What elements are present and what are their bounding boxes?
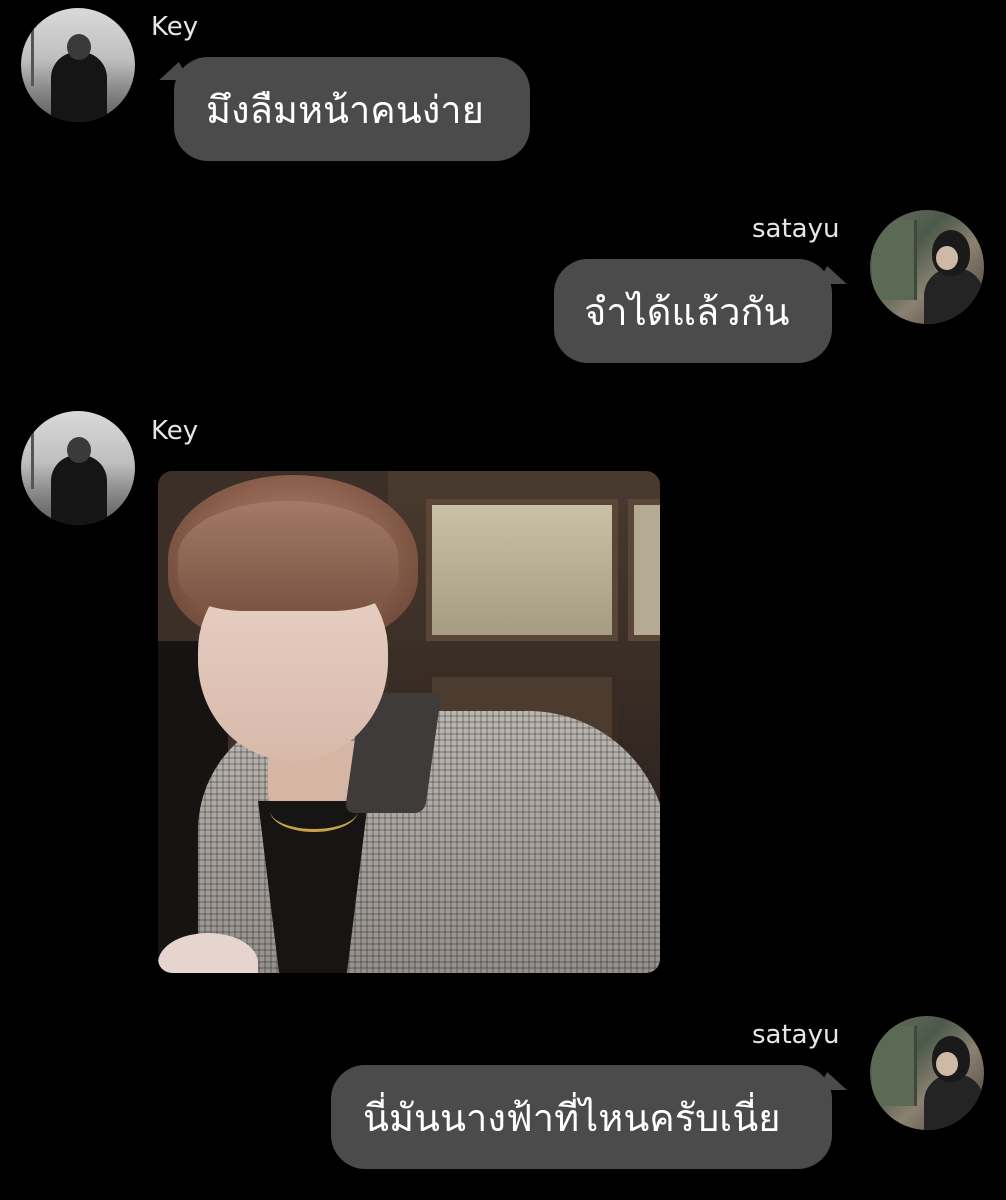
message-text: นี่มันนางฟ้าที่ไหนครับเนี่ย (363, 1095, 781, 1140)
avatar-figure (924, 268, 984, 324)
avatar-background-pole (31, 26, 34, 86)
sender-name: Key (151, 12, 199, 42)
avatar-background-panel (872, 1026, 917, 1106)
message-bubble[interactable]: นี่มันนางฟ้าที่ไหนครับเนี่ย (331, 1065, 832, 1169)
photo-necklace (270, 789, 358, 832)
avatar-face (936, 1052, 958, 1076)
sender-name: satayu (752, 1020, 840, 1050)
avatar-satayu[interactable] (870, 1016, 984, 1130)
avatar-figure (924, 1074, 984, 1130)
message-text: จำได้แล้วกัน (584, 289, 790, 334)
avatar-background-panel (872, 220, 917, 300)
avatar-face (936, 246, 958, 270)
avatar-key[interactable] (21, 8, 135, 122)
sender-name: satayu (752, 214, 840, 244)
avatar-key[interactable] (21, 411, 135, 525)
shared-photo[interactable] (158, 471, 660, 973)
message-text: มึงลืมหน้าคนง่าย (206, 87, 484, 132)
avatar-satayu[interactable] (870, 210, 984, 324)
avatar-head (67, 34, 91, 60)
message-bubble[interactable]: จำได้แล้วกัน (554, 259, 832, 363)
message-bubble[interactable]: มึงลืมหน้าคนง่าย (174, 57, 530, 161)
avatar-background-pole (31, 429, 34, 489)
photo-mirror (628, 499, 660, 641)
photo-bangs (178, 501, 398, 611)
avatar-head (67, 437, 91, 463)
avatar-figure (51, 455, 107, 525)
photo-mirror (426, 499, 618, 641)
sender-name: Key (151, 416, 199, 446)
avatar-figure (51, 52, 107, 122)
